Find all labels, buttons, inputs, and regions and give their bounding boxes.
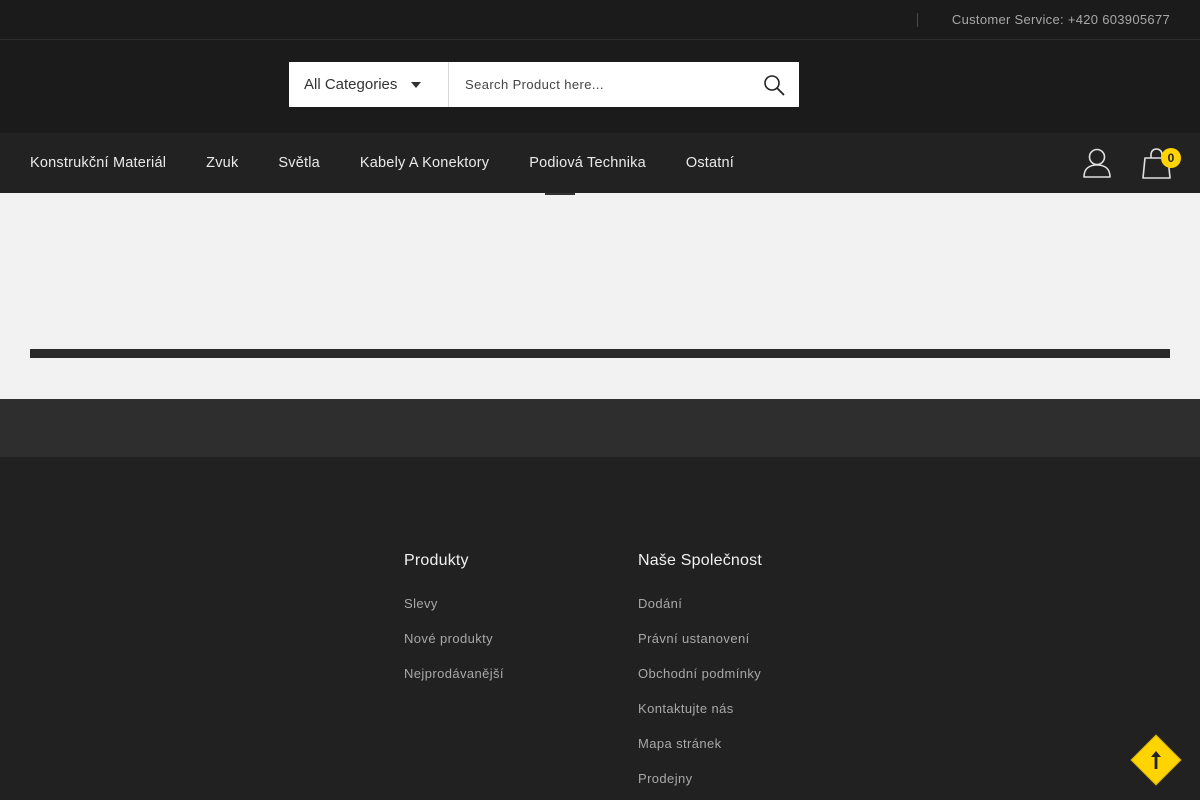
footer-products-title: Produkty <box>404 552 469 569</box>
customer-service-text: Customer Service: +420 603905677 <box>951 12 1170 27</box>
nav-item-podiova-technika[interactable]: Podiová Technika <box>529 155 646 171</box>
main-content <box>0 193 1200 399</box>
cart-count-badge: 0 <box>1161 148 1181 168</box>
footer-link-obchodni-podminky[interactable]: Obchodní podmínky <box>638 666 762 681</box>
top-bar: Customer Service: +420 603905677 <box>0 0 1200 40</box>
cart-button[interactable]: 0 <box>1142 145 1182 181</box>
category-select[interactable]: All Categories <box>289 62 449 107</box>
search-bar: All Categories <box>289 62 799 107</box>
nav-item-svetla[interactable]: Světla <box>278 155 320 171</box>
category-select-label: All Categories <box>304 76 398 93</box>
slider-indicator <box>545 193 575 195</box>
nav-item-konstrukcni-material[interactable]: Konstrukční Materiál <box>30 155 166 171</box>
search-icon <box>764 74 785 95</box>
header: All Categories <box>0 40 1200 133</box>
nav-menu: Konstrukční Materiál Zvuk Světla Kabely … <box>30 133 774 193</box>
footer-company-title: Naše Společnost <box>638 552 762 569</box>
footer-link-nejprodavanejsi[interactable]: Nejprodávanější <box>404 666 504 681</box>
nav-item-kabely-a-konektory[interactable]: Kabely A Konektory <box>360 155 489 171</box>
user-icon <box>1083 148 1111 178</box>
nav-item-ostatni[interactable]: Ostatní <box>686 155 734 171</box>
footer-link-pravni-ustanoveni[interactable]: Právní ustanovení <box>638 631 762 646</box>
footer-link-prodejny[interactable]: Prodejny <box>638 771 762 786</box>
newsletter-band <box>0 399 1200 457</box>
user-account-button[interactable] <box>1082 147 1112 179</box>
banner-strip <box>30 349 1170 358</box>
footer-link-slevy[interactable]: Slevy <box>404 596 504 611</box>
footer-column-products: Produkty Slevy Nové produkty Nejprodávan… <box>404 552 504 701</box>
caret-down-icon <box>411 81 422 88</box>
footer-link-nove-produkty[interactable]: Nové produkty <box>404 631 504 646</box>
search-button[interactable] <box>749 62 799 107</box>
footer-link-mapa-stranek[interactable]: Mapa stránek <box>638 736 762 751</box>
footer: Produkty Slevy Nové produkty Nejprodávan… <box>0 457 1200 800</box>
divider <box>917 13 918 27</box>
footer-link-kontaktujte-nas[interactable]: Kontaktujte nás <box>638 701 762 716</box>
footer-link-dodani[interactable]: Dodání <box>638 596 762 611</box>
nav-item-zvuk[interactable]: Zvuk <box>206 155 238 171</box>
footer-column-company: Naše Společnost Dodání Právní ustanovení… <box>638 552 762 800</box>
main-nav: Konstrukční Materiál Zvuk Světla Kabely … <box>0 133 1200 193</box>
search-input[interactable] <box>449 62 749 107</box>
